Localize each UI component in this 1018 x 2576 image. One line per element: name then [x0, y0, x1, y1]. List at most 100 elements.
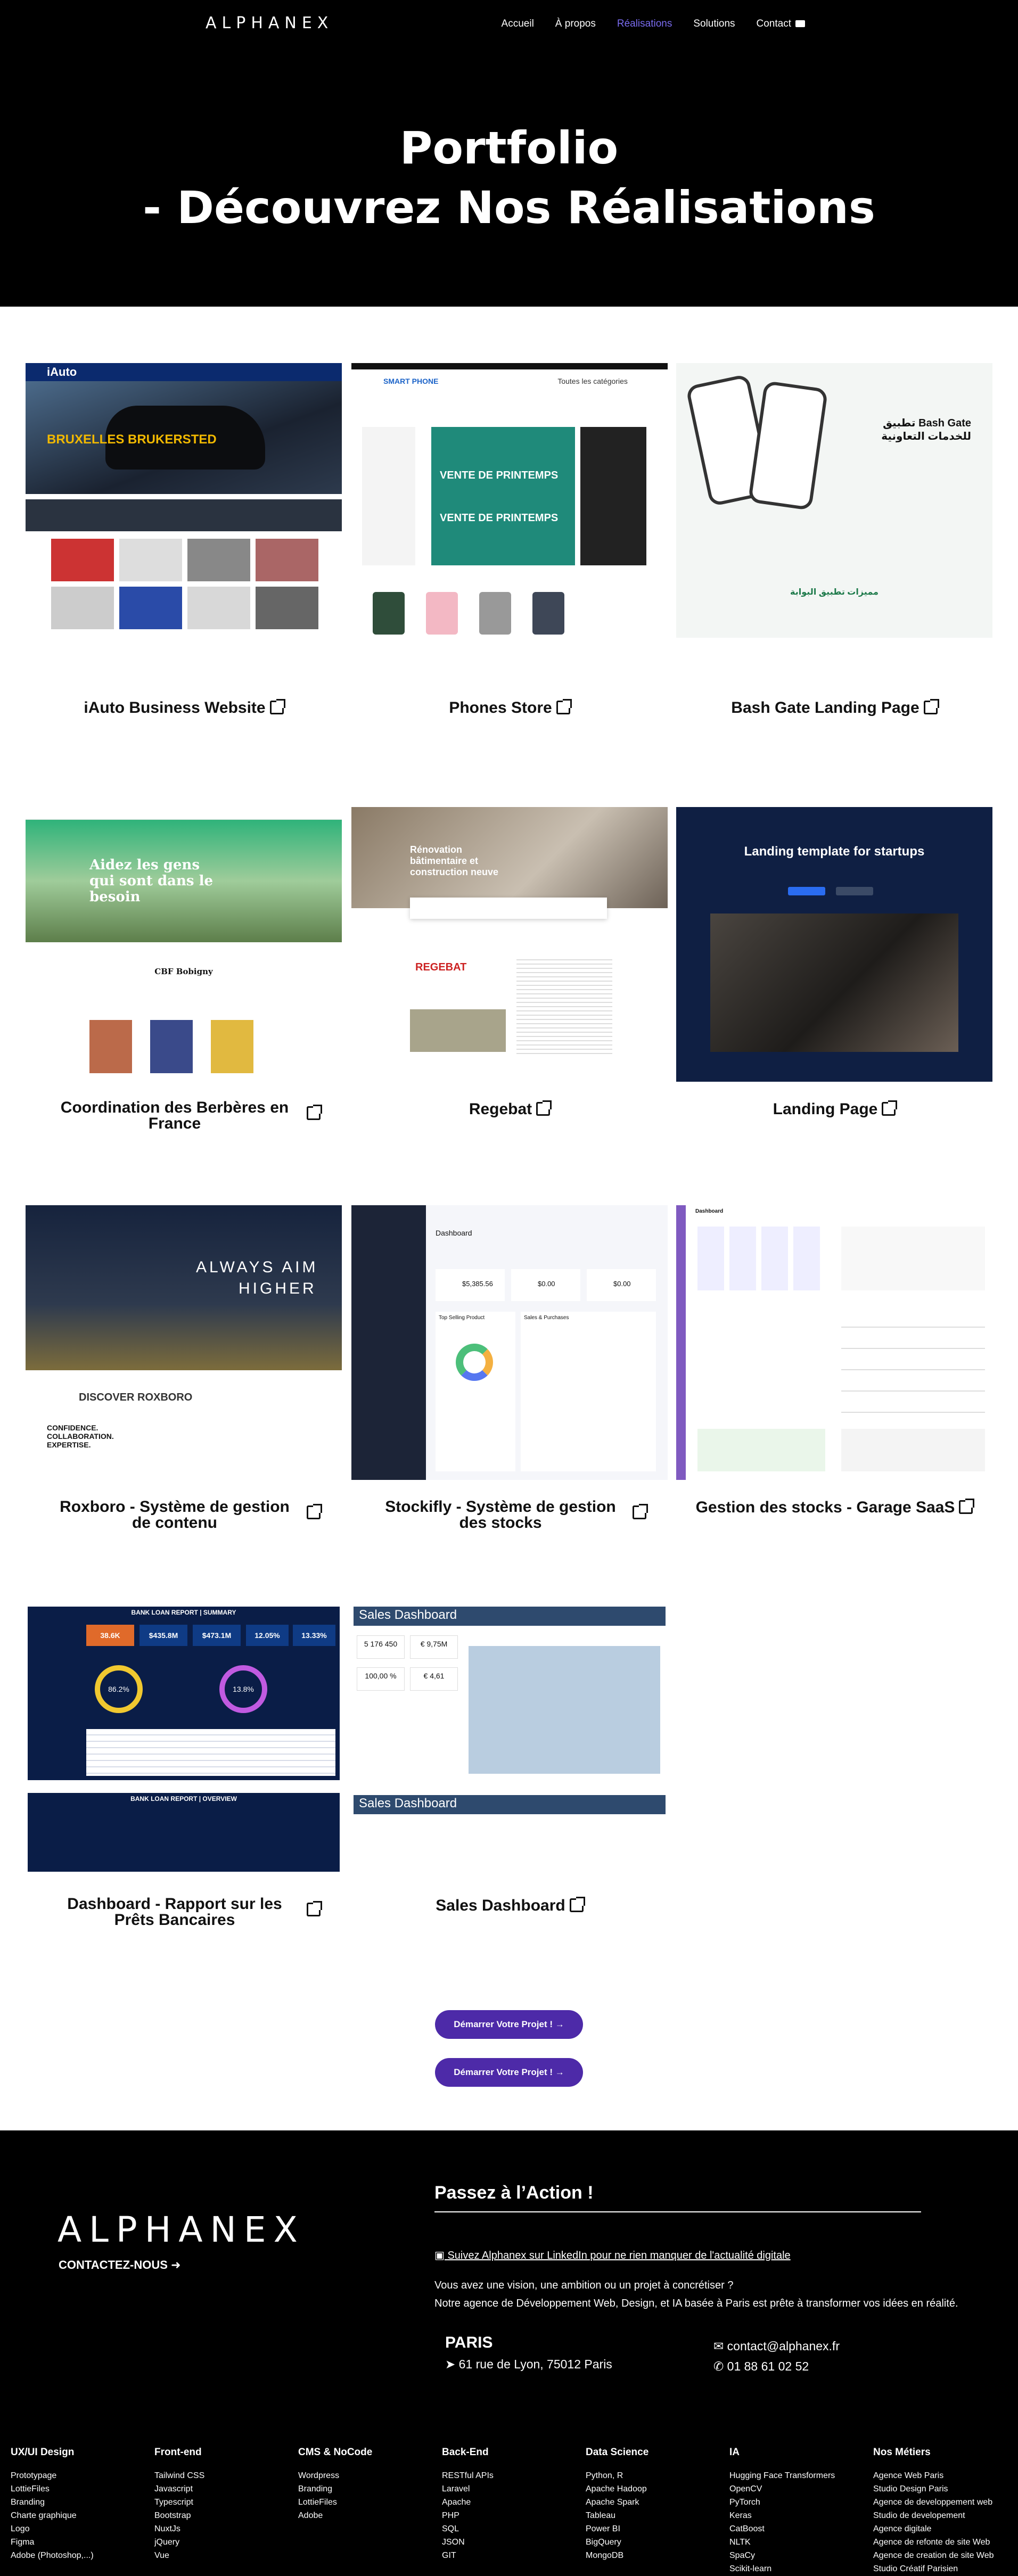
- start-project-button[interactable]: Démarrer Votre Projet ! →: [435, 2010, 583, 2039]
- footer-link[interactable]: Laravel: [442, 2482, 580, 2496]
- project-title-text: Phones Store: [449, 699, 552, 717]
- footer-link[interactable]: Agence digitale: [873, 2522, 1012, 2536]
- footer-link[interactable]: Bootstrap: [154, 2509, 293, 2522]
- project-card-bank-loan[interactable]: BANK LOAN REPORT | SUMMARY 38.6K $435.8M…: [26, 1603, 342, 1928]
- external-link-icon: [556, 699, 572, 714]
- footer-column-title: UX/UI Design: [11, 2447, 75, 2458]
- footer-link[interactable]: LottieFiles: [298, 2496, 437, 2509]
- footer-link[interactable]: Adobe: [298, 2509, 437, 2522]
- footer-logo[interactable]: ALPHANEX: [58, 2209, 305, 2250]
- linkedin-link[interactable]: ▣ Suivez Alphanex sur LinkedIn pour ne r…: [434, 2249, 791, 2262]
- footer-link[interactable]: SQL: [442, 2522, 580, 2536]
- footer-link[interactable]: OpenCV: [729, 2482, 868, 2496]
- project-card-iauto[interactable]: iAuto BRUXELLES BRUKERSTED iAuto Busines…: [26, 363, 342, 717]
- project-card-bashgate[interactable]: تطبيق Bash Gate للخدمات التعاونية مميزات…: [676, 363, 992, 717]
- project-thumbnail: iAuto BRUXELLES BRUKERSTED: [26, 363, 342, 638]
- thumb-title: تطبيق Bash Gate للخدمات التعاونية: [881, 417, 971, 442]
- project-title[interactable]: Sales Dashboard: [351, 1897, 668, 1914]
- footer-link[interactable]: MongoDB: [586, 2549, 724, 2562]
- footer-link[interactable]: Logo: [11, 2522, 149, 2536]
- project-title[interactable]: Gestion des stocks - Garage SaaS: [676, 1499, 992, 1516]
- project-card-sales[interactable]: Sales Dashboard 5 176 450 € 9,75M 100,00…: [351, 1603, 668, 1914]
- footer-link[interactable]: Charte graphique: [11, 2509, 149, 2522]
- nav-accueil[interactable]: Accueil: [502, 18, 534, 30]
- project-title[interactable]: Bash Gate Landing Page: [676, 699, 992, 717]
- footer-link[interactable]: Tableau: [586, 2509, 724, 2522]
- thumb-title-2: Sales Dashboard: [354, 1795, 666, 1814]
- external-link-icon: [307, 1504, 322, 1519]
- nav-solutions[interactable]: Solutions: [693, 18, 735, 30]
- project-card-garage[interactable]: Dashboard Gestion des stocks - Garage Sa…: [676, 1205, 992, 1516]
- footer-link[interactable]: Studio de developement: [873, 2509, 1012, 2522]
- nav-a-propos[interactable]: À propos: [555, 18, 596, 30]
- footer-link[interactable]: Power BI: [586, 2522, 724, 2536]
- footer-link[interactable]: Figma: [11, 2536, 149, 2549]
- nav-contact[interactable]: Contact: [757, 18, 805, 30]
- nav-realisations[interactable]: Réalisations: [617, 18, 672, 30]
- phone[interactable]: ✆ 01 88 61 02 52: [713, 2359, 809, 2374]
- footer-heading: Passez à l’Action !: [434, 2183, 594, 2203]
- footer-link[interactable]: Agence de developpement web: [873, 2496, 1012, 2509]
- footer-link[interactable]: Apache Spark: [586, 2496, 724, 2509]
- project-title-text: Roxboro - Système de gestion de contenu: [60, 1498, 290, 1532]
- footer-link[interactable]: Agence Web Paris: [873, 2469, 1012, 2482]
- thumb-gauge-2: 13.8%: [219, 1665, 267, 1713]
- footer-link[interactable]: Agence de creation de site Web: [873, 2549, 1012, 2562]
- email-link[interactable]: ✉ contact@alphanex.fr: [713, 2339, 840, 2353]
- project-card-roxboro[interactable]: ALWAYS AIM HIGHER DISCOVER ROXBORO CONFI…: [26, 1205, 342, 1531]
- footer-link[interactable]: Wordpress: [298, 2469, 437, 2482]
- footer-link[interactable]: Branding: [298, 2482, 437, 2496]
- footer-link[interactable]: jQuery: [154, 2536, 293, 2549]
- footer-divider: [434, 2211, 921, 2212]
- footer-link[interactable]: RESTful APIs: [442, 2469, 580, 2482]
- footer-link[interactable]: NuxtJs: [154, 2522, 293, 2536]
- footer-link[interactable]: CatBoost: [729, 2522, 868, 2536]
- project-thumbnail: ALWAYS AIM HIGHER DISCOVER ROXBORO CONFI…: [26, 1205, 342, 1480]
- project-card-stockifly[interactable]: Dashboard $5,385.56 $0.00 $0.00 Top Sell…: [351, 1205, 668, 1531]
- project-title[interactable]: iAuto Business Website: [26, 699, 342, 717]
- footer-link[interactable]: JSON: [442, 2536, 580, 2549]
- project-card-landing[interactable]: Landing template for startups Landing Pa…: [676, 807, 992, 1118]
- thumb-top-selling: Top Selling Product: [436, 1312, 515, 1471]
- footer-link[interactable]: Prototypage: [11, 2469, 149, 2482]
- project-thumbnail: BANK LOAN REPORT | SUMMARY 38.6K $435.8M…: [26, 1603, 342, 1878]
- footer-link[interactable]: Vue: [154, 2549, 293, 2562]
- project-title[interactable]: Phones Store: [351, 699, 668, 717]
- footer-link[interactable]: Studio Design Paris: [873, 2482, 1012, 2496]
- footer-link[interactable]: PHP: [442, 2509, 580, 2522]
- project-title[interactable]: Regebat: [351, 1100, 668, 1118]
- footer-link[interactable]: Scikit-learn: [729, 2562, 868, 2575]
- footer-link[interactable]: Studio Créatif Parisien: [873, 2562, 1012, 2575]
- project-title[interactable]: Landing Page: [676, 1100, 992, 1118]
- project-card-phones[interactable]: SMART PHONE Toutes les catégories VENTE …: [351, 363, 668, 717]
- footer-link[interactable]: Agence de refonte de site Web: [873, 2536, 1012, 2549]
- footer-link[interactable]: Tailwind CSS: [154, 2469, 293, 2482]
- project-title-text: Sales Dashboard: [436, 1897, 565, 1914]
- footer-link[interactable]: Branding: [11, 2496, 149, 2509]
- project-card-regebat[interactable]: Rénovation bâtimentaire et construction …: [351, 807, 668, 1118]
- contact-link[interactable]: CONTACTEZ-NOUS ➜: [59, 2258, 180, 2272]
- thumb-title: Sales Dashboard: [354, 1607, 666, 1626]
- footer-link[interactable]: Apache: [442, 2496, 580, 2509]
- footer-link[interactable]: LottieFiles: [11, 2482, 149, 2496]
- thumb-headline: BRUXELLES BRUKERSTED: [47, 432, 217, 447]
- footer-link[interactable]: Hugging Face Transformers: [729, 2469, 868, 2482]
- start-project-button-2[interactable]: Démarrer Votre Projet ! →: [435, 2058, 583, 2087]
- footer-link[interactable]: Adobe (Photoshop,...): [11, 2549, 149, 2562]
- logo[interactable]: ALPHANEX: [206, 14, 333, 32]
- footer-link[interactable]: BigQuery: [586, 2536, 724, 2549]
- footer-link[interactable]: GIT: [442, 2549, 580, 2562]
- thumb-chart: Sales & Purchases: [521, 1312, 656, 1471]
- footer-link[interactable]: Typescript: [154, 2496, 293, 2509]
- footer-link[interactable]: Apache Hadoop: [586, 2482, 724, 2496]
- footer-link[interactable]: NLTK: [729, 2536, 868, 2549]
- footer-link[interactable]: Python, R: [586, 2469, 724, 2482]
- footer-link[interactable]: PyTorch: [729, 2496, 868, 2509]
- nav-contact-label: Contact: [756, 18, 791, 29]
- envelope-icon: ✉: [713, 2339, 727, 2353]
- footer-link[interactable]: Keras: [729, 2509, 868, 2522]
- footer-link[interactable]: Javascript: [154, 2482, 293, 2496]
- footer-link[interactable]: SpaCy: [729, 2549, 868, 2562]
- project-card-berberes[interactable]: Aidez les gens qui sont dans le besoin C…: [26, 807, 342, 1132]
- project-title-text: Bash Gate Landing Page: [731, 699, 920, 717]
